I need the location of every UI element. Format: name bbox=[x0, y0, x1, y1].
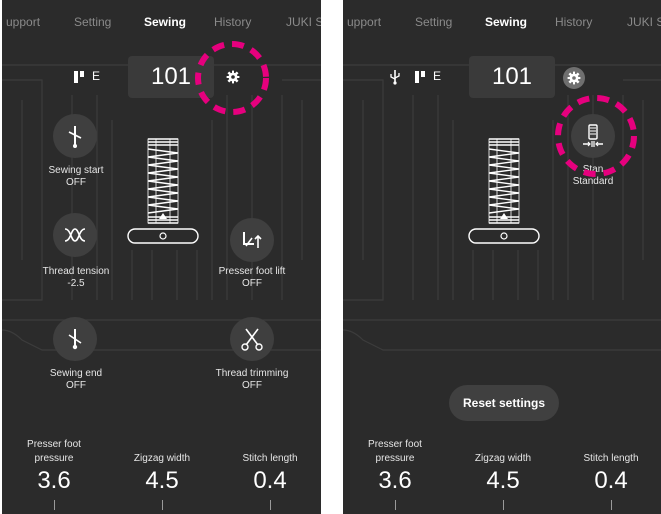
tab-support[interactable]: upport bbox=[347, 15, 381, 29]
zigzag-tick bbox=[503, 500, 504, 510]
tab-juki[interactable]: JUKI S bbox=[627, 15, 661, 29]
length-tick bbox=[611, 500, 612, 510]
zigzag-tick bbox=[162, 500, 163, 510]
sewing-end-icon bbox=[68, 329, 82, 350]
presser-foot-pressure-value[interactable]: 3.6 bbox=[355, 467, 435, 495]
tab-setting[interactable]: Setting bbox=[415, 15, 452, 29]
thread-trimming-button[interactable] bbox=[230, 317, 274, 361]
tab-history[interactable]: History bbox=[214, 15, 251, 29]
presser-foot-pressure-title: Presser foot pressure bbox=[368, 439, 422, 464]
foot-letter: E bbox=[92, 69, 101, 83]
highlight-circle bbox=[555, 95, 637, 177]
stitch-number[interactable]: 101 bbox=[469, 56, 555, 98]
zigzag-width-value[interactable]: 4.5 bbox=[463, 467, 543, 495]
presser-foot-lift-button[interactable] bbox=[230, 218, 274, 262]
tab-sewing[interactable]: Sewing bbox=[144, 15, 186, 29]
stitch-length-value[interactable]: 0.4 bbox=[230, 467, 310, 495]
sewing-panel-left: upport Setting Sewing History JUKI S E 1… bbox=[2, 0, 321, 514]
presser-foot-lift-icon bbox=[243, 232, 262, 248]
length-tick bbox=[270, 500, 271, 510]
presser-foot-icon bbox=[74, 71, 84, 83]
usb-icon bbox=[390, 70, 400, 85]
thread-tension-label: Thread tension -2.5 bbox=[42, 266, 110, 289]
sewing-end-label: Sewing end OFF bbox=[49, 368, 103, 391]
thread-tension-icon bbox=[64, 228, 86, 242]
zigzag-width-title: Zigzag width bbox=[133, 453, 191, 464]
stitch-length-title: Stitch length bbox=[583, 453, 639, 464]
sewing-start-button[interactable] bbox=[53, 114, 97, 158]
thread-trimming-label: Thread trimming OFF bbox=[215, 368, 289, 391]
reset-settings-button[interactable]: Reset settings bbox=[449, 385, 559, 421]
stitch-length-title: Stitch length bbox=[242, 453, 298, 464]
thread-tension-button[interactable] bbox=[53, 213, 97, 257]
tab-support[interactable]: upport bbox=[6, 15, 40, 29]
thread-trimming-icon bbox=[241, 328, 263, 351]
sewing-start-label: Sewing start OFF bbox=[48, 165, 104, 188]
presser-foot-icon bbox=[415, 71, 425, 83]
foot-letter: E bbox=[433, 69, 442, 83]
top-tabs: upport Setting Sewing History JUKI S bbox=[343, 0, 661, 44]
sewing-start-icon bbox=[68, 126, 82, 148]
zigzag-width-value[interactable]: 4.5 bbox=[122, 467, 202, 495]
presser-foot-lift-label: Presser foot lift OFF bbox=[218, 266, 286, 289]
stitch-preview bbox=[468, 138, 540, 244]
presser-foot-pressure-title: Presser foot pressure bbox=[27, 439, 81, 464]
tab-juki[interactable]: JUKI S bbox=[286, 15, 321, 29]
tab-history[interactable]: History bbox=[555, 15, 592, 29]
pressure-tick bbox=[54, 500, 55, 510]
sewing-panel-right: upport Setting Sewing History JUKI S E 1… bbox=[343, 0, 661, 514]
top-tabs: upport Setting Sewing History JUKI S bbox=[2, 0, 321, 44]
gear-icon[interactable] bbox=[563, 67, 585, 89]
zigzag-width-title: Zigzag width bbox=[474, 453, 532, 464]
stitch-preview bbox=[127, 138, 199, 244]
stitch-length-value[interactable]: 0.4 bbox=[571, 467, 651, 495]
highlight-circle bbox=[195, 41, 269, 115]
presser-foot-pressure-value[interactable]: 3.6 bbox=[14, 467, 94, 495]
tab-setting[interactable]: Setting bbox=[74, 15, 111, 29]
sewing-end-button[interactable] bbox=[53, 317, 97, 361]
tab-sewing[interactable]: Sewing bbox=[485, 15, 527, 29]
pressure-tick bbox=[395, 500, 396, 510]
